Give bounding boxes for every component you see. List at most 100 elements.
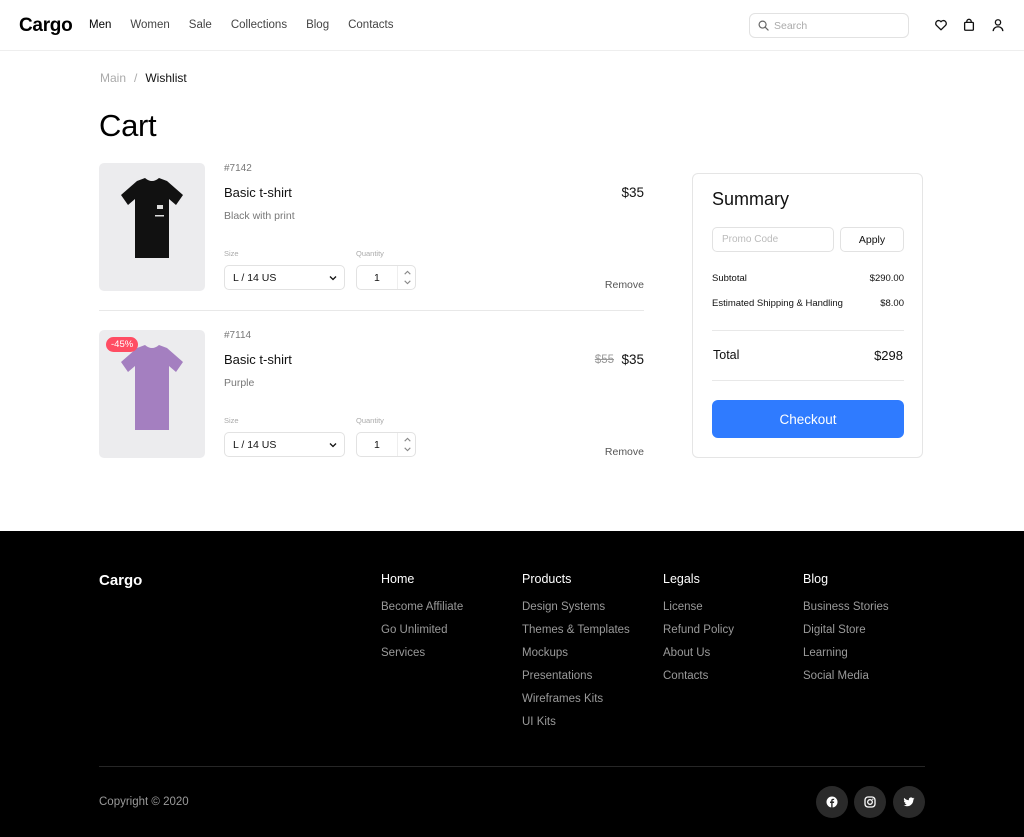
footer-link[interactable]: Digital Store — [803, 623, 889, 637]
footer-heading[interactable]: Blog — [803, 572, 889, 586]
summary-divider — [712, 380, 904, 381]
footer-link[interactable]: Go Unlimited — [381, 623, 463, 637]
chevron-down-icon — [329, 443, 337, 448]
twitter-icon — [903, 797, 915, 807]
size-select[interactable]: L / 14 US — [224, 432, 345, 457]
product-image[interactable]: -45% — [99, 330, 205, 458]
footer-link[interactable]: Mockups — [522, 646, 630, 660]
footer-heading[interactable]: Products — [522, 572, 630, 586]
item-sku: #7142 — [224, 163, 252, 174]
increment-icon[interactable] — [403, 435, 412, 444]
footer-link[interactable]: Contacts — [663, 669, 734, 683]
shipping-row: Estimated Shipping & Handling $8.00 — [712, 298, 904, 309]
size-value: L / 14 US — [233, 438, 277, 451]
item-name[interactable]: Basic t-shirt — [224, 185, 292, 200]
footer-link[interactable]: Become Affiliate — [381, 600, 463, 614]
cart-item: #7142 Basic t-shirt Black with print $35… — [99, 163, 644, 291]
total-label: Total — [713, 348, 740, 362]
subtotal-row: Subtotal $290.00 — [712, 273, 904, 284]
size-label: Size — [224, 416, 239, 425]
page-title: Cart — [99, 108, 157, 143]
heart-icon[interactable] — [934, 18, 948, 32]
summary-title: Summary — [712, 189, 790, 209]
facebook-icon — [826, 796, 838, 808]
footer-link[interactable]: Design Systems — [522, 600, 630, 614]
item-divider — [99, 310, 644, 311]
footer-link[interactable]: License — [663, 600, 734, 614]
footer-link[interactable]: Wireframes Kits — [522, 692, 630, 706]
main-nav: Men Women Sale Collections Blog Contacts — [89, 19, 413, 31]
footer-link[interactable]: Learning — [803, 646, 889, 660]
nav-item-men[interactable]: Men — [89, 19, 111, 31]
quantity-stepper[interactable]: 1 — [356, 432, 416, 457]
breadcrumb-separator: / — [134, 71, 138, 85]
total-row: Total $298 — [713, 348, 903, 363]
footer-logo[interactable]: Cargo — [99, 572, 142, 589]
footer-heading[interactable]: Home — [381, 572, 463, 586]
shipping-label: Estimated Shipping & Handling — [712, 298, 843, 309]
nav-item-women[interactable]: Women — [130, 19, 169, 31]
checkout-button[interactable]: Checkout — [712, 400, 904, 438]
user-icon[interactable] — [991, 18, 1005, 32]
footer-column-blog: Blog Business Stories Digital Store Lear… — [803, 572, 889, 692]
bag-icon[interactable] — [962, 18, 976, 32]
nav-item-sale[interactable]: Sale — [189, 19, 212, 31]
item-name[interactable]: Basic t-shirt — [224, 352, 292, 367]
search-box[interactable] — [749, 13, 909, 38]
twitter-button[interactable] — [893, 786, 925, 818]
footer-link[interactable]: About Us — [663, 646, 734, 660]
subtotal-value: $290.00 — [869, 273, 904, 284]
apply-button[interactable]: Apply — [840, 227, 904, 252]
quantity-label: Quantity — [356, 249, 384, 258]
breadcrumb-current: Wishlist — [145, 71, 187, 85]
nav-item-collections[interactable]: Collections — [231, 19, 287, 31]
size-label: Size — [224, 249, 239, 258]
search-icon — [758, 20, 769, 31]
product-image[interactable] — [99, 163, 205, 291]
quantity-value[interactable]: 1 — [374, 439, 380, 451]
footer-link[interactable]: Services — [381, 646, 463, 660]
breadcrumb-main[interactable]: Main — [100, 71, 126, 85]
quantity-stepper[interactable]: 1 — [356, 265, 416, 290]
footer-link[interactable]: Social Media — [803, 669, 889, 683]
decrement-icon[interactable] — [403, 445, 412, 454]
instagram-button[interactable] — [854, 786, 886, 818]
decrement-icon[interactable] — [403, 278, 412, 287]
nav-item-contacts[interactable]: Contacts — [348, 19, 393, 31]
footer-column-products: Products Design Systems Themes & Templat… — [522, 572, 630, 738]
footer-link[interactable]: UI Kits — [522, 715, 630, 729]
subtotal-label: Subtotal — [712, 273, 747, 284]
shipping-value: $8.00 — [880, 298, 904, 309]
item-price: $35 — [621, 185, 644, 200]
total-value: $298 — [874, 348, 903, 363]
footer-link[interactable]: Presentations — [522, 669, 630, 683]
footer-link[interactable]: Refund Policy — [663, 623, 734, 637]
increment-icon[interactable] — [403, 268, 412, 277]
footer-divider — [99, 766, 925, 767]
remove-button[interactable]: Remove — [605, 446, 644, 458]
remove-button[interactable]: Remove — [605, 279, 644, 291]
tshirt-image — [121, 178, 183, 258]
promo-code-input[interactable] — [712, 227, 834, 252]
logo[interactable]: Cargo — [19, 15, 73, 37]
item-sku: #7114 — [224, 330, 252, 341]
size-value: L / 14 US — [233, 271, 277, 284]
search-input[interactable] — [774, 19, 904, 32]
facebook-button[interactable] — [816, 786, 848, 818]
nav-item-blog[interactable]: Blog — [306, 19, 329, 31]
cart-item: -45% #7114 Basic t-shirt Purple $55 $35 … — [99, 330, 644, 458]
quantity-value[interactable]: 1 — [374, 272, 380, 284]
footer: Cargo Home Become Affiliate Go Unlimited… — [0, 531, 1024, 837]
footer-link[interactable]: Business Stories — [803, 600, 889, 614]
size-select[interactable]: L / 14 US — [224, 265, 345, 290]
item-price: $35 — [621, 352, 644, 367]
summary-divider — [712, 330, 904, 331]
footer-heading[interactable]: Legals — [663, 572, 734, 586]
chevron-down-icon — [329, 276, 337, 281]
footer-column-home: Home Become Affiliate Go Unlimited Servi… — [381, 572, 463, 669]
copyright: Copyright © 2020 — [99, 796, 189, 808]
item-variant: Purple — [224, 377, 255, 389]
instagram-icon — [864, 796, 876, 808]
item-variant: Black with print — [224, 210, 295, 222]
footer-link[interactable]: Themes & Templates — [522, 623, 630, 637]
